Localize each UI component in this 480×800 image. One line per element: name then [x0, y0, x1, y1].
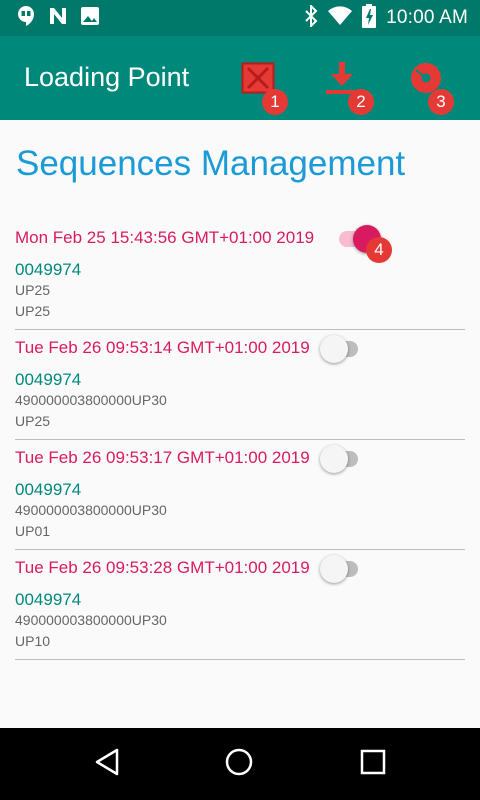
- sequence-line-2: UP25: [15, 413, 51, 429]
- n-notification-icon: [48, 6, 68, 31]
- sequence-toggle[interactable]: [320, 334, 368, 363]
- image-icon: [80, 6, 100, 31]
- sequence-item[interactable]: Mon Feb 25 15:43:56 GMT+01:00 2019 4 004…: [15, 225, 465, 330]
- sequence-date: Tue Feb 26 09:53:17 GMT+01:00 2019: [15, 448, 310, 467]
- hangouts-icon: [16, 5, 36, 32]
- badge-4: 4: [366, 237, 392, 263]
- close-box-button[interactable]: 1: [238, 60, 288, 115]
- sequence-item[interactable]: Tue Feb 26 09:53:28 GMT+01:00 2019 00499…: [15, 555, 465, 660]
- sequence-line-2: UP10: [15, 633, 51, 649]
- sequence-line-1: 490000003800000UP30: [15, 392, 167, 408]
- sequence-line-1: UP25: [15, 282, 51, 298]
- sequence-toggle[interactable]: [320, 554, 368, 583]
- battery-charging-icon: [362, 3, 377, 33]
- sequence-item[interactable]: Tue Feb 26 09:53:14 GMT+01:00 2019 00499…: [15, 335, 465, 440]
- toggle-thumb: [320, 445, 348, 473]
- sequence-line-2: UP01: [15, 523, 51, 539]
- notification-icons: [0, 5, 100, 32]
- system-icons: 10:00 AM: [304, 3, 480, 33]
- sequence-code: 0049974: [15, 480, 82, 499]
- status-bar: 10:00 AM: [0, 0, 480, 36]
- main-content: Sequences Management Mon Feb 25 15:43:56…: [0, 120, 480, 728]
- badge-1: 1: [262, 89, 288, 115]
- toggle-thumb: [320, 335, 348, 363]
- sequence-date: Tue Feb 26 09:53:28 GMT+01:00 2019: [15, 558, 310, 577]
- sequence-date: Mon Feb 25 15:43:56 GMT+01:00 2019: [15, 228, 315, 247]
- sequence-code: 0049974: [15, 370, 82, 389]
- badge-2: 2: [348, 89, 374, 115]
- back-icon: [93, 747, 121, 782]
- status-time: 10:00 AM: [386, 7, 468, 28]
- badge-3: 3: [428, 89, 454, 115]
- sequence-toggle[interactable]: [320, 444, 368, 473]
- app-title: Loading Point: [24, 62, 190, 92]
- wifi-icon: [328, 5, 353, 31]
- sequence-code: 0049974: [15, 590, 82, 609]
- sequence-line-2: UP25: [15, 303, 51, 319]
- bluetooth-icon: [304, 3, 318, 32]
- home-icon: [224, 747, 254, 782]
- navigation-bar: [0, 728, 480, 800]
- page-title: Sequences Management: [16, 144, 406, 183]
- recents-icon: [360, 749, 386, 780]
- disc-button[interactable]: 3: [406, 60, 454, 115]
- toggle-thumb: [320, 555, 348, 583]
- sequence-date: Tue Feb 26 09:53:14 GMT+01:00 2019: [15, 338, 310, 357]
- app-bar: Loading Point 1 2 3: [0, 36, 480, 120]
- back-button[interactable]: [91, 748, 123, 780]
- sequence-line-1: 490000003800000UP30: [15, 612, 167, 628]
- sequence-code: 0049974: [15, 260, 82, 279]
- download-button[interactable]: 2: [322, 60, 374, 115]
- home-button[interactable]: [223, 748, 255, 780]
- sequence-item[interactable]: Tue Feb 26 09:53:17 GMT+01:00 2019 00499…: [15, 445, 465, 550]
- sequence-toggle[interactable]: 4: [335, 224, 392, 263]
- sequence-line-1: 490000003800000UP30: [15, 502, 167, 518]
- recents-button[interactable]: [357, 748, 389, 780]
